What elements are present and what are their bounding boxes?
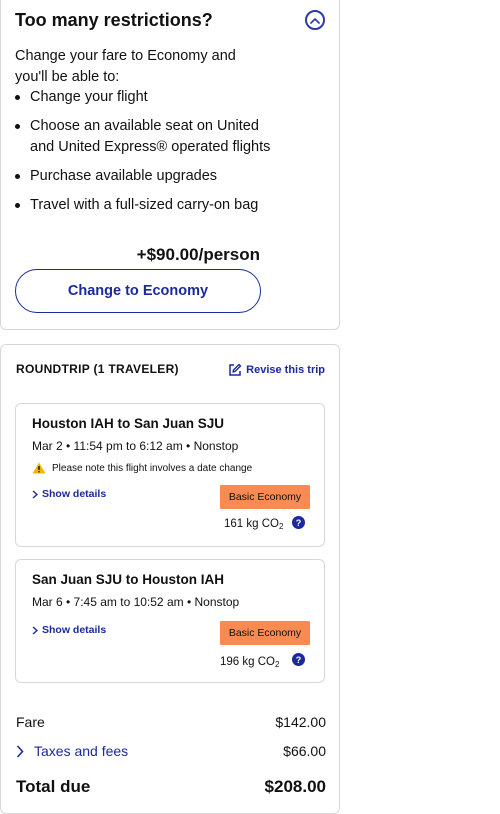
trip-summary-card: ROUNDTRIP (1 TRAVELER) Revise this trip …: [0, 344, 340, 814]
taxes-toggle[interactable]: Taxes and fees: [16, 743, 128, 759]
help-icon[interactable]: ?: [292, 653, 305, 666]
taxes-value: $66.00: [283, 743, 326, 759]
taxes-label: Taxes and fees: [34, 743, 129, 759]
show-details-link[interactable]: Show details: [32, 624, 106, 636]
co2-subscript: 2: [278, 522, 284, 531]
chevron-right-icon: [32, 489, 38, 499]
revise-trip-link[interactable]: Revise this trip: [228, 363, 325, 377]
edit-icon: [229, 363, 242, 376]
chevron-up-icon: [310, 17, 320, 24]
change-to-economy-button[interactable]: Change to Economy: [15, 269, 261, 313]
benefit-item: Change your flight: [15, 87, 275, 108]
show-details-label: Show details: [42, 488, 107, 500]
fare-label: Fare: [16, 714, 45, 730]
fare-row: Fare $142.00: [16, 714, 326, 730]
warning-text: Please note this flight involves a date …: [52, 462, 253, 474]
fare-class-badge: Basic Economy: [220, 485, 310, 509]
taxes-row: Taxes and fees $66.00: [16, 743, 326, 759]
co2-value: 196 kg CO: [220, 656, 275, 668]
co2-emissions: 161 kg CO 2: [224, 518, 284, 531]
warning-icon: [32, 462, 46, 474]
trip-heading: ROUNDTRIP (1 TRAVELER): [16, 362, 179, 376]
revise-trip-label: Revise this trip: [246, 364, 325, 376]
co2-subscript: 2: [274, 660, 280, 669]
chevron-right-icon: [32, 625, 38, 635]
flight-route: San Juan SJU to Houston IAH: [32, 572, 225, 587]
benefit-item: Purchase available upgrades: [15, 166, 275, 187]
show-details-link[interactable]: Show details: [32, 488, 106, 500]
upsell-card: Too many restrictions? Change your fare …: [0, 0, 340, 330]
date-change-warning: Please note this flight involves a date …: [32, 462, 252, 474]
show-details-label: Show details: [42, 624, 107, 636]
help-icon[interactable]: ?: [292, 516, 305, 529]
total-row: Total due $208.00: [16, 777, 326, 797]
benefit-list: Change your flight Choose an available s…: [15, 87, 275, 224]
upsell-title: Too many restrictions?: [15, 10, 213, 30]
fare-value: $142.00: [275, 714, 326, 730]
co2-value: 161 kg CO: [224, 518, 279, 530]
benefit-item: Travel with a full-sized carry-on bag: [15, 195, 275, 216]
co2-emissions: 196 kg CO 2: [220, 656, 280, 669]
total-label: Total due: [16, 777, 91, 796]
collapse-button[interactable]: [305, 10, 325, 30]
upgrade-price: +$90.00/person: [136, 245, 260, 264]
total-value: $208.00: [264, 777, 326, 796]
flight-times: Mar 6 • 7:45 am to 10:52 am • Nonstop: [32, 595, 240, 609]
benefit-item: Choose an available seat on United and U…: [15, 116, 275, 158]
flight-route: Houston IAH to San Juan SJU: [32, 416, 225, 431]
flight-segment: San Juan SJU to Houston IAH Mar 6 • 7:45…: [15, 559, 325, 683]
fare-class-badge: Basic Economy: [220, 621, 310, 645]
flight-times: Mar 2 • 11:54 pm to 6:12 am • Nonstop: [32, 439, 239, 453]
chevron-right-icon: [16, 744, 24, 758]
upsell-intro: Change your fare to Economy and you'll b…: [15, 48, 236, 85]
flight-segment: Houston IAH to San Juan SJU Mar 2 • 11:5…: [15, 403, 325, 547]
